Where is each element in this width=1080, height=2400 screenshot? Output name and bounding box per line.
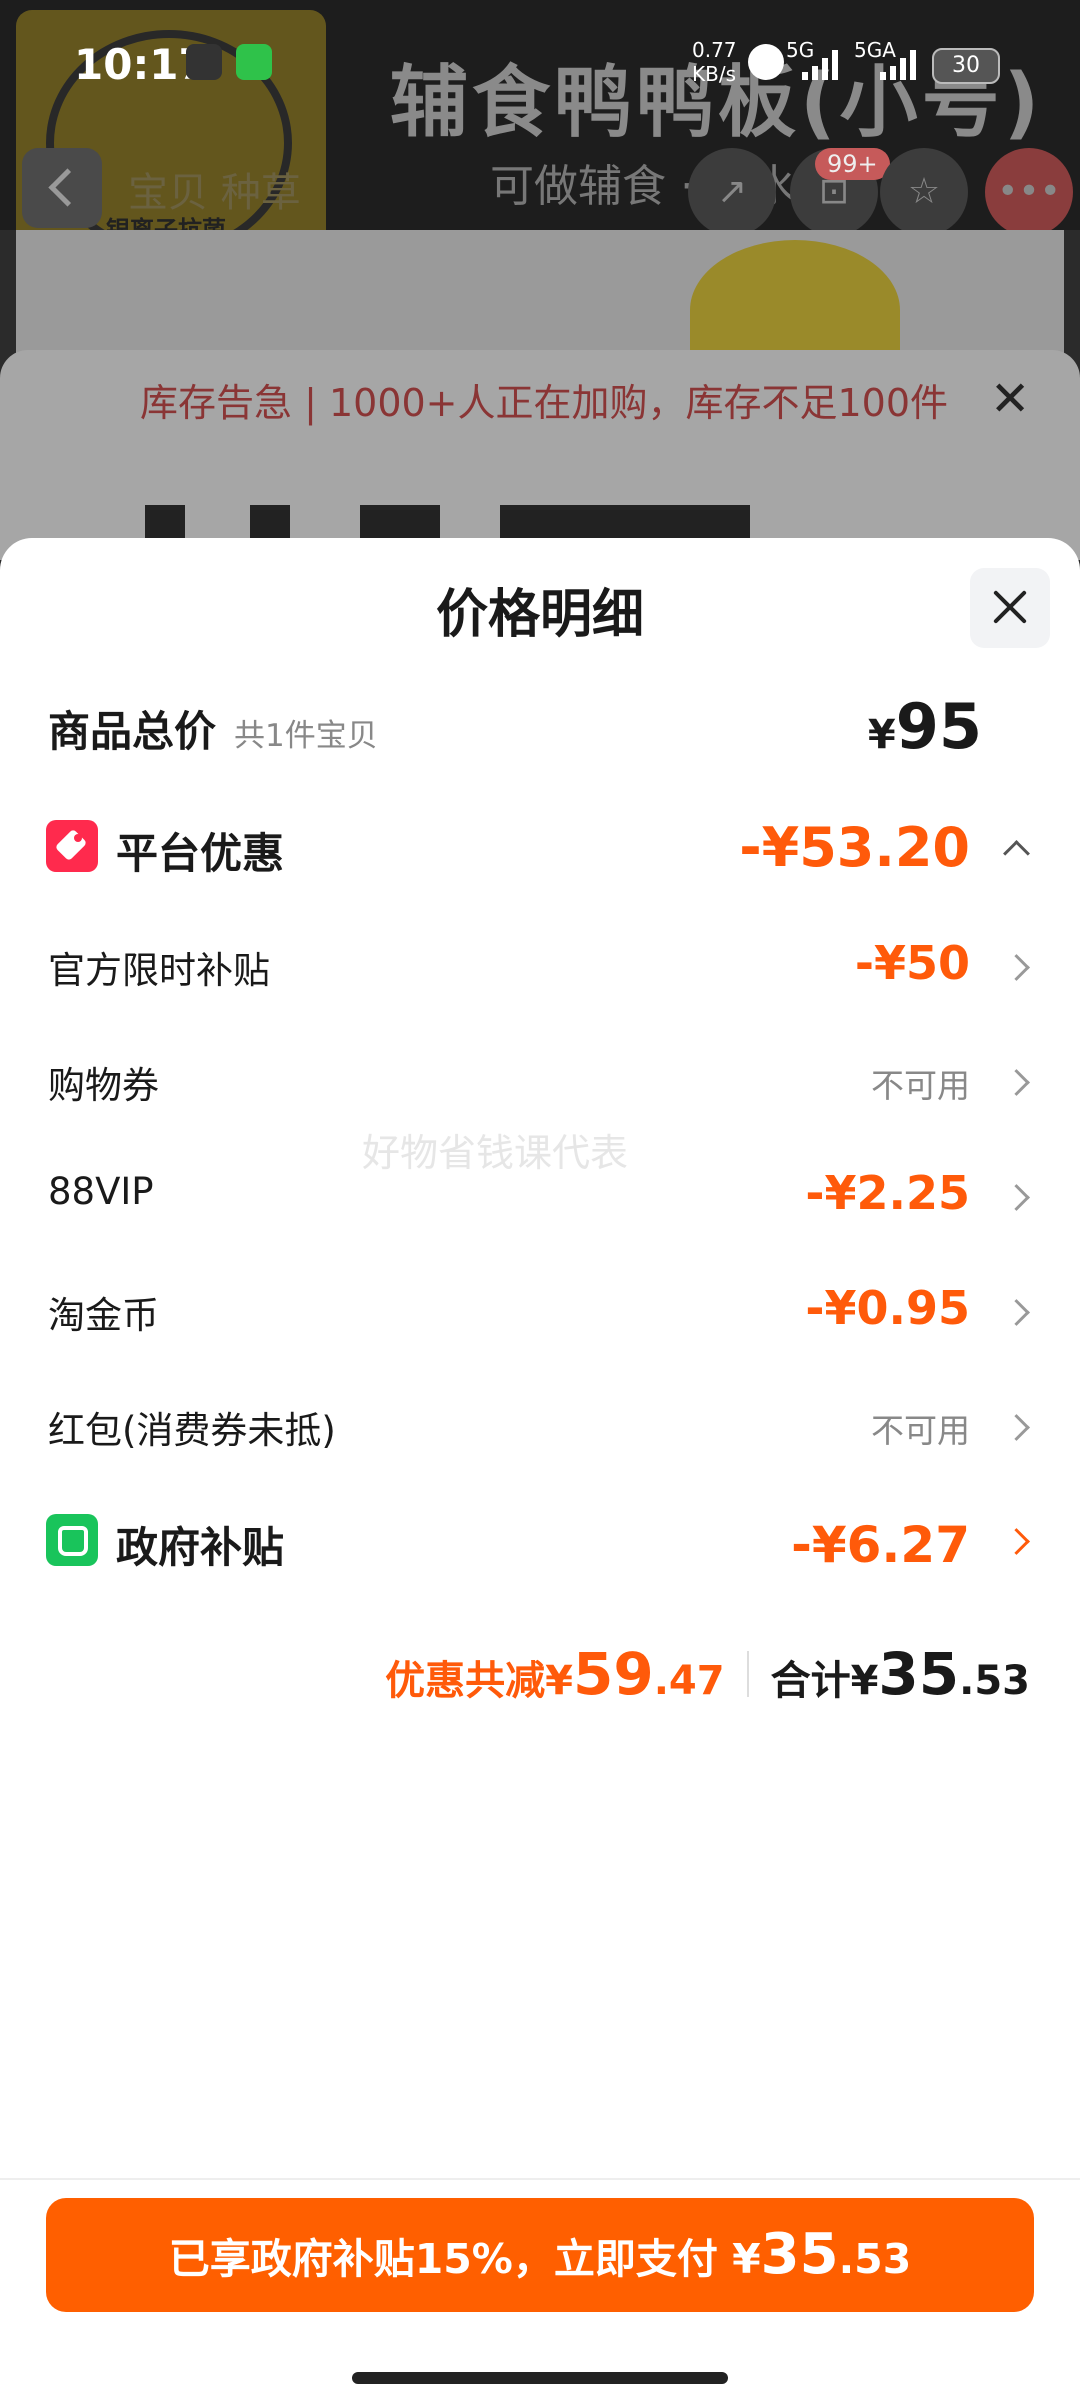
net-speed-unit: KB/s xyxy=(692,62,736,86)
tag-icon xyxy=(46,820,98,872)
pay-now-button[interactable]: 已享政府补贴15%，立即支付 ¥35.53 xyxy=(46,2198,1034,2312)
platform-discount-value: -¥53.20 xyxy=(739,816,970,879)
discount-item-value: 不可用 xyxy=(871,1066,970,1105)
total-price-value: ¥95 xyxy=(868,690,982,763)
discount-total-label: 优惠共减¥ xyxy=(385,1658,573,1704)
government-subsidy-label: 政府补贴 xyxy=(116,1523,285,1572)
discount-item-label: 88VIP xyxy=(48,1170,154,1213)
total-price-number: 95 xyxy=(895,690,982,763)
summary-divider xyxy=(746,1651,749,1697)
discount-item-value: -¥0.95 xyxy=(805,1281,970,1335)
favorite-icon: ☆ xyxy=(880,148,968,236)
sheet-title: 价格明细 xyxy=(435,585,644,645)
product-tabs: 宝贝 种草 xyxy=(128,170,301,216)
currency-symbol: ¥ xyxy=(867,712,896,758)
stock-notice: 库存告急 | 1000+人正在加购，库存不足100件 xyxy=(140,381,949,425)
discount-total-dec: .47 xyxy=(653,1658,725,1704)
net-speed-value: 0.77 xyxy=(692,38,737,62)
chevron-right-icon xyxy=(1003,1184,1030,1211)
product-subtitle: 可做辅食 · 切水果 xyxy=(490,161,840,212)
chevron-right-icon xyxy=(1003,954,1030,981)
watermark: 好物省钱课代表 xyxy=(362,1131,629,1175)
discount-item-label: 淘金币 xyxy=(48,1294,159,1337)
sku-close-icon: ✕ xyxy=(990,371,1031,427)
pay-amount-int: 35 xyxy=(760,2222,839,2287)
government-subsidy-value: -¥6.27 xyxy=(791,1516,970,1574)
grand-total-dec: .53 xyxy=(959,1658,1030,1704)
price-summary: 优惠共减¥ 59 .47 合计¥ 35 .53 xyxy=(385,1640,1030,1708)
government-icon xyxy=(46,1514,98,1566)
bottom-divider xyxy=(0,2178,1080,2180)
pay-amount-dec: .53 xyxy=(838,2235,912,2283)
chevron-right-icon xyxy=(1003,1414,1030,1441)
chevron-right-icon xyxy=(1003,1528,1030,1555)
discount-total-int: 59 xyxy=(573,1640,654,1708)
discount-item-value: -¥2.25 xyxy=(805,1166,970,1220)
chevron-up-icon xyxy=(1003,840,1030,867)
signal-icon-2 xyxy=(880,50,918,80)
grand-total-label: 合计¥ xyxy=(770,1658,879,1704)
pay-button-text: 已享政府补贴15%，立即支付 ¥ xyxy=(168,2235,761,2283)
battery-icon: 30 xyxy=(932,48,1000,84)
discount-item-value: -¥50 xyxy=(854,936,970,990)
item-count: 共1件宝贝 xyxy=(234,718,378,754)
discount-item-label: 红包(消费券未抵) xyxy=(48,1409,336,1452)
do-not-disturb-icon xyxy=(748,44,784,80)
signal-icon xyxy=(802,50,840,80)
discount-item-label: 官方限时补贴 xyxy=(48,949,270,992)
total-price-label-wrap: 商品总价 共1件宝贝 xyxy=(48,698,378,759)
back-button xyxy=(22,148,102,228)
discount-item-label: 购物券 xyxy=(48,1064,159,1107)
home-indicator[interactable] xyxy=(352,2372,728,2384)
share-icon: ↗ xyxy=(688,148,776,236)
total-price-label: 商品总价 xyxy=(48,707,217,756)
price-detail-sheet: 价格明细 商品总价 共1件宝贝 ¥95 平台优惠 -¥53.20 官方限时补贴 -… xyxy=(0,538,1080,2400)
cart-count-badge: 99+ xyxy=(815,148,890,180)
service-icon: ••• xyxy=(985,148,1073,236)
close-button[interactable] xyxy=(970,568,1050,648)
grand-total-int: 35 xyxy=(878,1640,960,1708)
qq-icon xyxy=(186,44,222,80)
chevron-right-icon xyxy=(1003,1299,1030,1326)
wechat-icon xyxy=(236,44,272,80)
discount-item-value: 不可用 xyxy=(871,1411,970,1450)
platform-discount-label: 平台优惠 xyxy=(116,829,285,878)
net-speed: 0.77 KB/s xyxy=(692,38,737,86)
chevron-right-icon xyxy=(1003,1069,1030,1096)
